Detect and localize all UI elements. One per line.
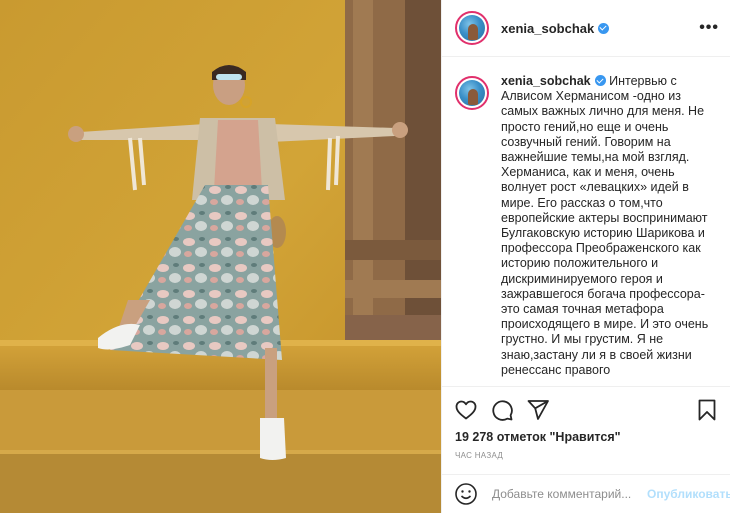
post-timestamp[interactable]: ЧАС НАЗАД (455, 451, 503, 460)
paper-plane-icon[interactable] (526, 398, 550, 422)
bookmark-icon[interactable] (695, 398, 719, 422)
caption-verified-badge-icon (594, 75, 606, 86)
post-header: xenia_sobchak ••• (442, 0, 730, 57)
caption-author-avatar[interactable] (455, 76, 489, 110)
post-photo-illustration (0, 0, 441, 513)
heart-icon[interactable] (454, 398, 478, 422)
publish-button[interactable]: Опубликовать (647, 487, 730, 501)
author-avatar[interactable] (455, 11, 489, 45)
verified-badge-icon (598, 22, 610, 34)
author-username-text[interactable]: xenia_sobchak (501, 21, 594, 36)
comments-area[interactable]: xenia_sobchak Интервью с Алвисом Хермани… (442, 58, 730, 386)
caption-body: Интервью с Алвисом Херманисом -одно из с… (501, 74, 709, 377)
author-username[interactable]: xenia_sobchak (501, 21, 610, 36)
instagram-post-dialog: xenia_sobchak ••• xenia_sobchak Интервью… (0, 0, 730, 513)
caption-avatar-photo (459, 80, 485, 106)
caption: xenia_sobchak Интервью с Алвисом Хермани… (455, 74, 717, 378)
more-options-icon[interactable]: ••• (699, 19, 719, 37)
comment-input[interactable] (492, 487, 647, 501)
post-sidebar: xenia_sobchak ••• xenia_sobchak Интервью… (441, 0, 730, 513)
add-comment-bar: Опубликовать (442, 474, 730, 513)
smiley-icon[interactable] (454, 482, 478, 506)
likes-count[interactable]: 19 278 отметок "Нравится" (455, 430, 621, 444)
caption-text-block: xenia_sobchak Интервью с Алвисом Хермани… (501, 74, 717, 378)
comment-bubble-icon[interactable] (490, 398, 514, 422)
caption-username[interactable]: xenia_sobchak (501, 74, 591, 88)
avatar-photo (459, 15, 485, 41)
post-photo[interactable] (0, 0, 441, 513)
action-bar (442, 386, 730, 434)
